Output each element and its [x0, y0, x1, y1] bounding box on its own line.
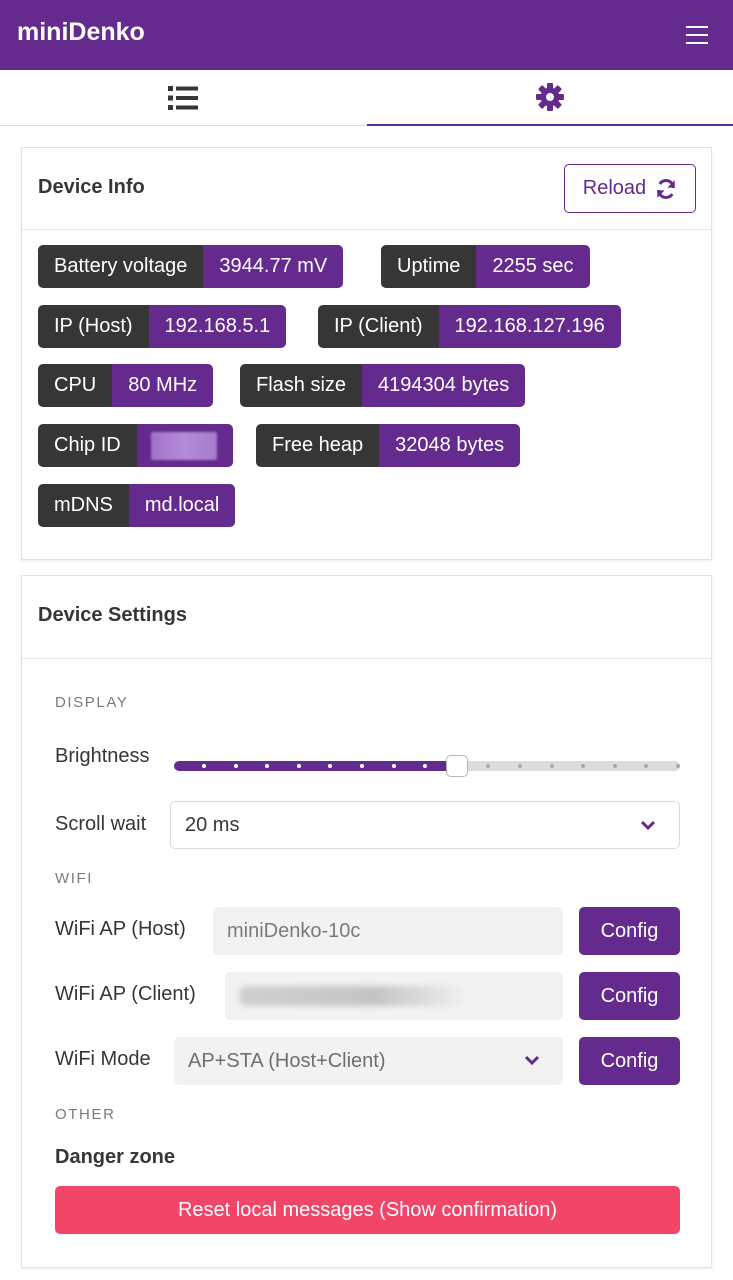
navbar: miniDenko [0, 0, 733, 70]
config-ap-client-button[interactable]: Config [579, 972, 680, 1020]
info-value: 80 MHz [112, 364, 214, 407]
reload-button[interactable]: Reload [564, 164, 696, 213]
device-info-header: Device Info Reload [22, 148, 711, 230]
config-wifi-mode-button[interactable]: Config [579, 1037, 680, 1085]
slider-step-dot [391, 764, 396, 768]
info-value: 3944.77 mV [203, 245, 344, 288]
slider-step-dot [202, 764, 206, 768]
info-value: 2255 sec [476, 245, 590, 288]
wifi-mode-select[interactable]: AP+STA (Host+Client) [174, 1037, 563, 1085]
redacted-blur [150, 431, 217, 460]
wifi-mode-label: WiFi Mode [55, 1048, 151, 1070]
redacted-blur [239, 986, 467, 1006]
wifi-mode-value: AP+STA (Host+Client) [188, 1049, 386, 1072]
info-value: md.local [128, 484, 236, 527]
info-uptime: Uptime 2255 sec [381, 245, 590, 288]
info-key: mDNS [38, 484, 129, 527]
wifi-ap-host-value: miniDenko-10c [227, 919, 361, 942]
info-key: IP (Client) [318, 305, 439, 348]
device-info-card: Device Info Reload Battery voltage 3944.… [21, 147, 712, 560]
info-value-redacted [136, 424, 233, 467]
device-settings-card: Device Settings DISPLAY Brightness Scrol… [21, 575, 712, 1268]
info-flash-size: Flash size 4194304 bytes [240, 364, 526, 407]
section-display: DISPLAY [55, 694, 129, 711]
info-free-heap: Free heap 32048 bytes [256, 424, 521, 467]
config-ap-host-button[interactable]: Config [579, 907, 680, 955]
tab-settings[interactable] [367, 70, 733, 126]
reload-label: Reload [582, 177, 647, 199]
slider-step-dot [676, 764, 680, 768]
info-key: CPU [38, 364, 113, 407]
info-value: 192.168.5.1 [148, 305, 287, 348]
info-key: Battery voltage [38, 245, 204, 288]
wifi-ap-host-label: WiFi AP (Host) [55, 918, 186, 940]
wifi-ap-host-input[interactable]: miniDenko-10c [213, 907, 563, 955]
info-chip-id: Chip ID [38, 424, 233, 467]
slider-step-dot [549, 764, 554, 768]
slider-thumb[interactable] [446, 755, 469, 777]
scroll-wait-select[interactable]: 20 ms [170, 801, 680, 849]
info-key: IP (Host) [38, 305, 149, 348]
info-key: Flash size [240, 364, 363, 407]
tab-bar [0, 70, 733, 126]
wifi-ap-client-label: WiFi AP (Client) [55, 983, 196, 1005]
device-info-title: Device Info [38, 176, 145, 198]
info-key: Free heap [256, 424, 380, 467]
info-ip-host: IP (Host) 192.168.5.1 [38, 305, 287, 348]
danger-zone-title: Danger zone [55, 1146, 176, 1168]
slider-step-dot [233, 764, 238, 768]
reset-messages-button[interactable]: Reset local messages (Show confirmation) [55, 1186, 680, 1234]
info-value: 192.168.127.196 [438, 305, 621, 348]
gear-icon [536, 83, 564, 111]
scroll-wait-label: Scroll wait [55, 813, 147, 835]
slider-step-dot [518, 764, 522, 768]
brand-title[interactable]: miniDenko [17, 18, 145, 47]
info-value: 32048 bytes [379, 424, 521, 467]
chevron-down-icon [524, 1055, 540, 1066]
refresh-icon [657, 178, 675, 199]
device-settings-header: Device Settings [22, 576, 711, 659]
info-ip-client: IP (Client) 192.168.127.196 [318, 305, 621, 348]
section-wifi: WIFI [55, 870, 94, 887]
list-icon [168, 86, 198, 110]
info-key: Chip ID [38, 424, 137, 467]
device-settings-title: Device Settings [38, 604, 187, 626]
slider-fill [174, 761, 458, 771]
wifi-ap-client-input[interactable] [225, 972, 563, 1020]
info-key: Uptime [381, 245, 477, 288]
info-value: 4194304 bytes [362, 364, 526, 407]
hamburger-menu-icon[interactable] [686, 26, 708, 44]
slider-step-dot [612, 764, 617, 768]
section-other: OTHER [55, 1106, 116, 1123]
info-mdns: mDNS md.local [38, 484, 236, 527]
chevron-down-icon [640, 820, 656, 831]
slider-step-dot [296, 764, 301, 768]
info-cpu: CPU 80 MHz [38, 364, 214, 407]
info-battery-voltage: Battery voltage 3944.77 mV [38, 245, 344, 288]
brightness-slider[interactable] [174, 755, 680, 777]
brightness-label: Brightness [55, 745, 150, 767]
slider-step-dot [360, 764, 364, 768]
scroll-wait-value: 20 ms [185, 813, 240, 836]
tab-messages[interactable] [0, 70, 366, 126]
